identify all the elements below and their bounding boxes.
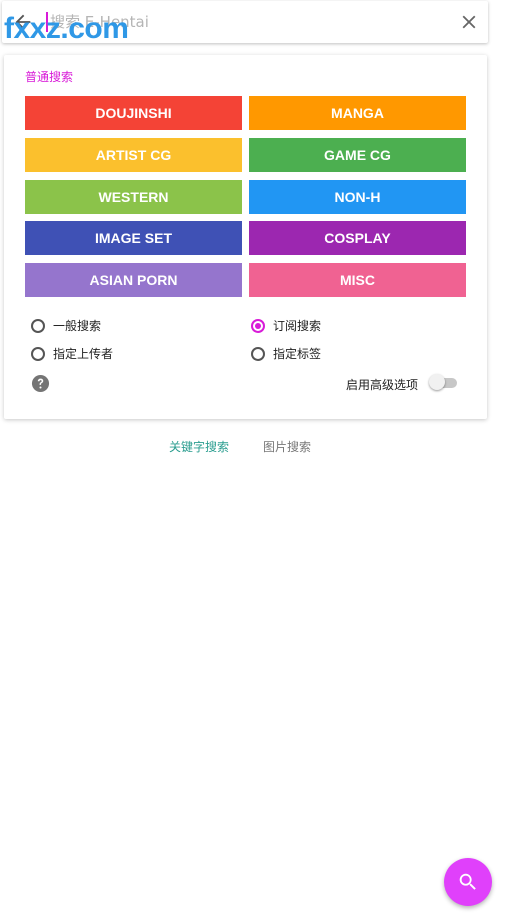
category-button-asian-porn[interactable]: ASIAN PORN <box>25 263 242 297</box>
category-button-cosplay[interactable]: COSPLAY <box>249 221 466 255</box>
radio-specify-tag[interactable]: 指定标签 <box>251 345 321 362</box>
category-button-non-h[interactable]: NON-H <box>249 180 466 214</box>
radio-label: 指定标签 <box>273 347 322 361</box>
category-button-image-set[interactable]: IMAGE SET <box>25 221 242 255</box>
help-circle-icon[interactable] <box>31 374 50 393</box>
search-icon <box>459 873 476 890</box>
radio-specify-uploader[interactable]: 指定上传者 <box>31 345 113 362</box>
radio-label: 一般搜索 <box>53 319 102 333</box>
section-title: 普通搜索 <box>25 70 74 84</box>
tab-keyword-search[interactable]: 关键字搜索 <box>169 438 229 455</box>
tab-image-search[interactable]: 图片搜索 <box>263 438 311 455</box>
watermark-logo: fxxz.com <box>4 12 129 45</box>
category-button-manga[interactable]: MANGA <box>249 96 466 130</box>
radio-label: 订阅搜索 <box>273 319 322 333</box>
category-button-game-cg[interactable]: GAME CG <box>249 138 466 172</box>
search-options-card: 普通搜索 DOUJINSHI MANGA ARTIST CG GAME CG W… <box>4 55 487 419</box>
category-button-artist-cg[interactable]: ARTIST CG <box>25 138 242 172</box>
radio-unchecked-icon <box>31 318 45 333</box>
toggle-knob <box>429 374 445 390</box>
radio-label: 指定上传者 <box>53 347 114 361</box>
radio-normal-search[interactable]: 一般搜索 <box>31 317 101 334</box>
search-fab-button[interactable] <box>444 858 492 906</box>
category-button-misc[interactable]: MISC <box>249 263 466 297</box>
radio-checked-icon <box>251 318 265 333</box>
radio-unchecked-icon <box>31 346 45 361</box>
close-icon[interactable] <box>458 11 480 33</box>
radio-subscription-search[interactable]: 订阅搜索 <box>251 317 321 334</box>
radio-unchecked-icon <box>251 346 265 361</box>
advanced-options-label: 启用高级选项 <box>346 378 419 392</box>
category-button-western[interactable]: WESTERN <box>25 180 242 214</box>
advanced-options-toggle[interactable] <box>429 374 457 390</box>
category-button-doujinshi[interactable]: DOUJINSHI <box>25 96 242 130</box>
